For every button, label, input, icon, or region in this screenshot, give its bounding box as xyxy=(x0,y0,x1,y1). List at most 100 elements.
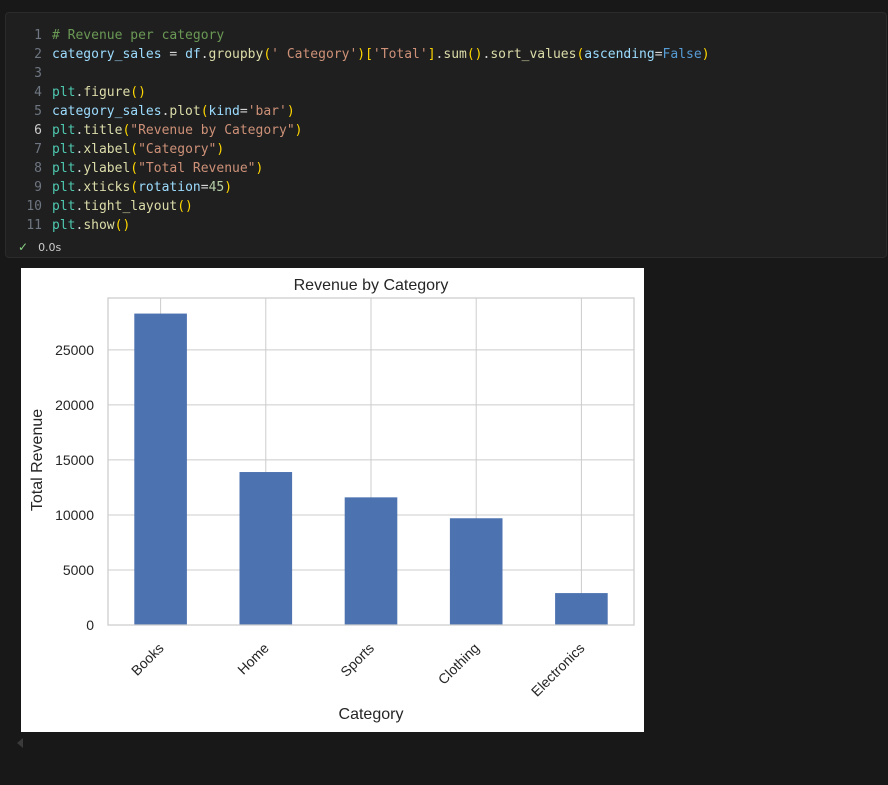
code-token: plt xyxy=(52,199,76,214)
code-token: False xyxy=(662,47,702,62)
x-tick-label: Home xyxy=(234,640,272,678)
bar xyxy=(344,497,398,625)
code-token: = xyxy=(239,104,248,119)
code-token: plt xyxy=(52,85,76,100)
y-tick-label: 5000 xyxy=(63,562,94,578)
line-number: 8 xyxy=(34,161,42,176)
y-axis-label: Total Revenue xyxy=(29,409,46,511)
line-number: 2 xyxy=(34,47,42,62)
line-number: 5 xyxy=(34,104,42,119)
y-tick-label: 10000 xyxy=(55,507,94,523)
code-token: category_sales xyxy=(52,104,162,119)
x-tick-labels: Books Home Sports Clothing Electronics xyxy=(128,640,588,700)
code-line[interactable]: 4 plt.figure() xyxy=(6,83,710,102)
code-line[interactable]: 6 plt.title("Revenue by Category") xyxy=(6,121,710,140)
code-token: 45 xyxy=(208,180,225,195)
code-token: . xyxy=(200,47,209,62)
code-token: "Revenue by Category" xyxy=(130,123,295,138)
code-token: [ xyxy=(365,47,373,62)
code-cell[interactable]: 1 # Revenue per category 2 category_sales =… xyxy=(5,12,887,258)
code-token: category_sales xyxy=(52,47,162,62)
line-number: 6 xyxy=(34,123,42,138)
code-line[interactable]: 8 plt.ylabel("Total Revenue") xyxy=(6,159,710,178)
code-line[interactable]: 7 plt.xlabel("Category") xyxy=(6,140,710,159)
x-axis-label: Category xyxy=(339,706,404,723)
code-token: () xyxy=(466,47,483,62)
y-tick-label: 20000 xyxy=(55,397,94,413)
code-token: ' Category' xyxy=(271,47,358,62)
code-token: ( xyxy=(130,180,139,195)
code-line[interactable]: 11 plt.show() xyxy=(6,216,710,235)
code-token: ylabel xyxy=(83,161,131,176)
code-token: plot xyxy=(169,104,201,119)
line-number: 7 xyxy=(34,142,42,157)
code-token: plt xyxy=(52,123,76,138)
execution-status: ✓ 0.0s xyxy=(18,240,61,254)
cell-output: 0 5000 10000 15000 20000 25000 Books Home Sport… xyxy=(21,268,644,732)
x-tick-label: Electronics xyxy=(528,640,588,700)
line-number: 1 xyxy=(34,28,42,43)
line-number: 11 xyxy=(26,218,42,233)
code-token: figure xyxy=(83,85,131,100)
code-token: tight_layout xyxy=(83,199,178,214)
chart-title: Revenue by Category xyxy=(294,277,449,294)
code-token: rotation xyxy=(138,180,201,195)
y-tick-label: 15000 xyxy=(55,452,94,468)
code-token: groupby xyxy=(208,47,264,62)
bar xyxy=(239,472,293,625)
x-tick-label: Clothing xyxy=(435,640,483,688)
code-token: plt xyxy=(52,142,76,157)
line-number: 4 xyxy=(34,85,42,100)
code-token: ( xyxy=(130,142,139,157)
code-token: ascending xyxy=(584,47,655,62)
line-number: 3 xyxy=(34,66,42,81)
code-token: () xyxy=(177,199,193,214)
check-icon: ✓ xyxy=(18,240,29,254)
x-tick-label: Books xyxy=(128,640,167,679)
code-token: title xyxy=(83,123,123,138)
bar xyxy=(555,593,608,625)
code-token: plt xyxy=(52,180,76,195)
code-token: show xyxy=(83,218,115,233)
code-token: = xyxy=(200,180,209,195)
bar xyxy=(134,313,187,625)
code-line[interactable]: 3 xyxy=(6,64,710,83)
code-line[interactable]: 1 # Revenue per category xyxy=(6,26,710,45)
code-token: ) xyxy=(216,142,225,157)
code-line[interactable]: 9 plt.xticks(rotation=45) xyxy=(6,178,710,197)
code-token: plt xyxy=(52,218,76,233)
collapse-output-icon[interactable] xyxy=(17,738,23,748)
execution-time: 0.0s xyxy=(38,241,62,254)
bar xyxy=(449,518,503,625)
code-token: # Revenue per category xyxy=(52,28,225,43)
code-token: ) xyxy=(224,180,233,195)
code-line[interactable]: 5 category_sales.plot(kind='bar') xyxy=(6,102,710,121)
code-token: () xyxy=(130,85,146,100)
line-number: 9 xyxy=(34,180,42,195)
code-editor[interactable]: 1 # Revenue per category 2 category_sales =… xyxy=(6,26,710,235)
code-token: ) xyxy=(255,161,264,176)
code-token: () xyxy=(114,218,131,233)
code-token: ) xyxy=(701,47,710,62)
code-token: = xyxy=(654,47,663,62)
bar-chart: 0 5000 10000 15000 20000 25000 Books Home Sport… xyxy=(29,277,635,723)
code-line[interactable]: 2 category_sales = df.groupby(' Category'… xyxy=(6,45,710,64)
code-token: xlabel xyxy=(83,142,131,157)
code-token: ) xyxy=(294,123,303,138)
code-token: sort_values xyxy=(490,47,577,62)
y-tick-labels: 0 5000 10000 15000 20000 25000 xyxy=(55,342,94,633)
line-number: 10 xyxy=(26,199,42,214)
code-token: ] xyxy=(427,47,436,62)
code-token: df xyxy=(185,47,201,62)
code-token: "Category" xyxy=(138,142,217,157)
code-token: kind xyxy=(208,104,240,119)
code-token: ( xyxy=(130,161,139,176)
code-token: 'bar' xyxy=(247,104,287,119)
y-tick-label: 0 xyxy=(86,617,94,633)
code-token: ( xyxy=(263,47,272,62)
code-token: 'Total' xyxy=(372,47,428,62)
y-tick-label: 25000 xyxy=(55,342,94,358)
code-token: = xyxy=(161,47,186,62)
code-token: sum xyxy=(443,47,467,62)
code-line[interactable]: 10 plt.tight_layout() xyxy=(6,197,710,216)
